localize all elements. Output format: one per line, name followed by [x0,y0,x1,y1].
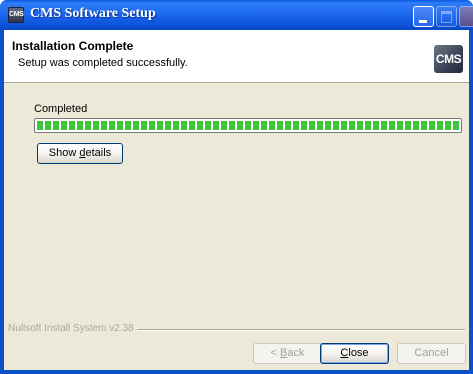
page-subtitle: Setup was completed successfully. [18,57,188,69]
window-title: CMS Software Setup [30,6,156,21]
dialog-body: Installation Complete Setup was complete… [4,30,469,370]
show-details-label-pre: Show [48,147,80,159]
cms-logo: CMS [434,45,463,73]
close-window-button [459,6,473,27]
minimize-button[interactable] [413,6,434,27]
progress-bar [34,118,462,133]
status-label: Completed [34,103,88,115]
show-details-button[interactable]: Show details [37,143,123,164]
progress-fill [37,121,459,130]
app-icon: CMS [8,7,24,23]
title-bar[interactable]: CMS CMS Software Setup [0,0,473,30]
cancel-button[interactable]: Cancel [397,343,466,364]
page-title: Installation Complete [12,39,134,53]
back-label-post: ack [287,347,305,359]
header-panel: Installation Complete Setup was complete… [4,30,469,83]
back-label-pre: < [270,347,280,359]
close-label-post: lose [348,347,369,359]
maximize-button [436,6,457,27]
show-details-label-post: etails [85,147,112,159]
branding-divider: Nullsoft Install System v2.38 [4,323,469,335]
close-button[interactable]: Close [320,343,389,364]
branding-text: Nullsoft Install System v2.38 [8,323,137,334]
back-button[interactable]: < Back [253,343,322,364]
installer-window: CMS CMS Software Setup Installation Comp… [0,0,473,374]
